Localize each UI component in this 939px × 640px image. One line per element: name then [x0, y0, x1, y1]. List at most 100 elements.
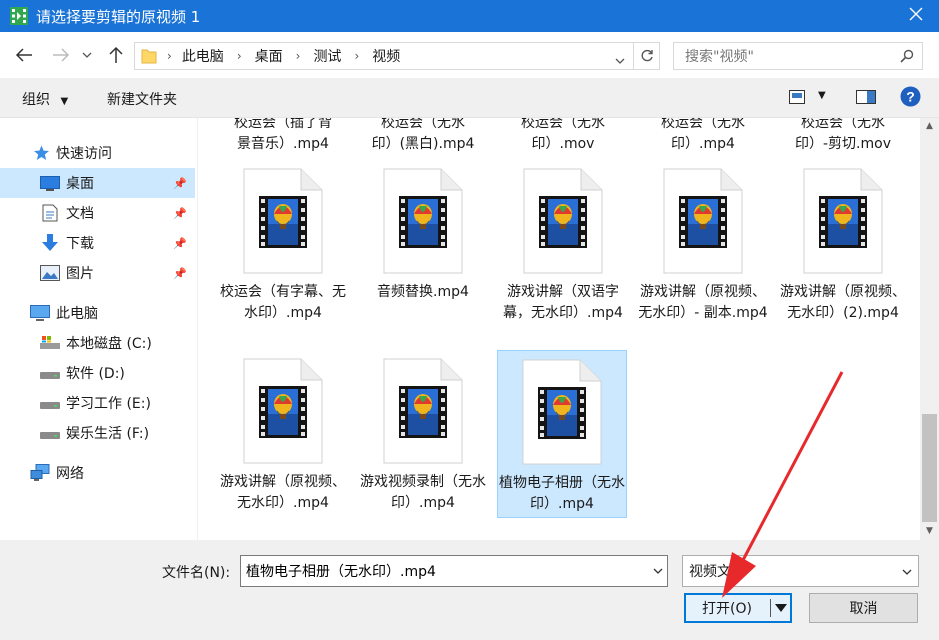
cancel-label: 取消: [849, 601, 878, 617]
back-button[interactable]: [13, 44, 35, 66]
recent-locations-button[interactable]: [80, 44, 94, 66]
video-file-icon: [243, 358, 323, 464]
forward-button[interactable]: [50, 44, 72, 66]
nav-quick-access[interactable]: 快速访问: [0, 138, 195, 168]
nav-downloads[interactable]: 下载 📌: [0, 228, 195, 258]
scrollbar-thumb[interactable]: [922, 414, 937, 522]
file-item[interactable]: 游戏讲解（原视频、无水印）- 副本.mp4: [638, 168, 768, 324]
video-file-icon: [803, 168, 883, 274]
back-arrow-icon: [15, 48, 32, 62]
close-button[interactable]: [893, 0, 939, 32]
film-app-icon: [10, 7, 28, 25]
caret-down-icon: ▼: [60, 96, 69, 107]
file-item[interactable]: 校运会（有字幕、无水印）.mp4: [218, 168, 348, 324]
close-icon: [909, 7, 923, 25]
nav-drive-c[interactable]: 本地磁盘 (C:): [0, 328, 195, 358]
nav-label: 图片: [66, 266, 94, 282]
new-folder-button[interactable]: 新建文件夹: [107, 89, 177, 109]
file-name-line: 校运会（无水: [661, 118, 745, 131]
nav-label: 文档: [66, 206, 94, 222]
file-name: 游戏讲解（原视频、无水印）- 副本.mp4: [638, 284, 768, 321]
cancel-button[interactable]: 取消: [809, 593, 918, 623]
search-input[interactable]: 搜索"视频": [673, 42, 923, 70]
nav-drive-f[interactable]: 娱乐生活 (F:): [0, 418, 195, 448]
breadcrumb-desktop[interactable]: 桌面: [255, 46, 283, 66]
refresh-button[interactable]: [633, 43, 659, 69]
change-view-button[interactable]: [789, 90, 805, 108]
pin-icon: 📌: [173, 236, 187, 250]
open-button[interactable]: 打开(O): [684, 593, 792, 623]
system-drive-icon: [40, 336, 60, 352]
file-item-selected[interactable]: 植物电子相册（无水印）.mp4: [497, 350, 627, 518]
network-icon: [30, 464, 50, 481]
nav-network[interactable]: 网络: [0, 458, 195, 488]
file-item[interactable]: 游戏视频录制（无水印）.mp4: [358, 358, 488, 514]
chevron-down-icon: [902, 564, 912, 578]
chevron-down-icon: [82, 52, 92, 58]
refresh-icon: [641, 49, 653, 62]
scroll-up-arrow-icon[interactable]: ▲: [920, 118, 939, 135]
address-dropdown-button[interactable]: [615, 52, 625, 68]
breadcrumb-this-pc[interactable]: 此电脑: [182, 46, 224, 66]
nav-desktop[interactable]: 桌面 📌: [0, 168, 195, 198]
nav-documents[interactable]: 文档 📌: [0, 198, 195, 228]
file-name-line: 校运会（无水: [381, 118, 465, 131]
file-name-line: 印）-剪切.mov: [795, 136, 891, 152]
filename-input[interactable]: [246, 563, 641, 579]
chevron-down-icon: [615, 58, 625, 64]
file-name-line: 印）.mov: [531, 136, 595, 152]
file-item[interactable]: 游戏讲解（双语字幕，无水印）.mp4: [498, 168, 628, 324]
file-name-line: 印）(黑白).mp4: [371, 136, 475, 152]
desktop-icon: [40, 176, 60, 192]
forward-arrow-icon: [53, 48, 70, 62]
command-bar: 组织 ▼ 新建文件夹 ▼ ?: [0, 78, 939, 118]
file-item-partial[interactable]: 校运会（无水 印）.mp4: [638, 118, 768, 155]
filename-field[interactable]: [240, 555, 668, 587]
nav-label: 此电脑: [56, 306, 98, 322]
file-item-partial[interactable]: 校运会（无水 印）(黑白).mp4: [358, 118, 488, 155]
help-button[interactable]: ?: [900, 86, 921, 111]
filetype-select[interactable]: 视频文件: [682, 555, 919, 587]
open-options-button[interactable]: [774, 599, 788, 619]
navigation-pane: 快速访问 桌面 📌 文档 📌 下载 📌 图片 📌 此电脑 本地磁盘 (C:) 软…: [0, 118, 197, 540]
file-item[interactable]: 音频替换.mp4: [358, 168, 488, 303]
video-file-icon: [522, 359, 602, 465]
search-placeholder: 搜索"视频": [685, 49, 754, 65]
drive-icon: [40, 368, 60, 384]
pictures-icon: [40, 265, 60, 281]
drive-icon: [40, 428, 60, 444]
breadcrumb-test[interactable]: 测试: [313, 46, 341, 66]
vertical-scrollbar[interactable]: ▲ ▼: [920, 118, 939, 540]
file-item-partial[interactable]: 校运会（插了背 景音乐）.mp4: [218, 118, 348, 155]
svg-text:?: ?: [906, 89, 915, 105]
nav-drive-d[interactable]: 软件 (D:): [0, 358, 195, 388]
breadcrumb-videos[interactable]: 视频: [372, 46, 400, 66]
preview-pane-button[interactable]: [856, 90, 876, 108]
chevron-down-icon[interactable]: [653, 563, 663, 577]
organize-button[interactable]: 组织 ▼: [22, 89, 68, 109]
scroll-down-arrow-icon[interactable]: ▼: [920, 523, 939, 540]
caret-down-icon: [775, 604, 787, 612]
view-options-button[interactable]: ▼: [818, 90, 826, 101]
nav-drive-e[interactable]: 学习工作 (E:): [0, 388, 195, 418]
file-item-partial[interactable]: 校运会（无水 印）.mov: [498, 118, 628, 155]
filetype-value: 视频文件: [689, 564, 745, 580]
title-bar: 请选择要剪辑的原视频 1: [0, 0, 939, 32]
file-name-line: 校运会（无水: [521, 118, 605, 131]
file-name: 植物电子相册（无水印）.mp4: [499, 475, 625, 512]
up-button[interactable]: [105, 44, 127, 66]
nav-this-pc[interactable]: 此电脑: [0, 298, 195, 328]
organize-label: 组织: [22, 92, 50, 108]
file-item-partial[interactable]: 校运会（无水 印）-剪切.mov: [778, 118, 908, 155]
file-item[interactable]: 游戏讲解（原视频、无水印）(2).mp4: [778, 168, 908, 324]
breadcrumb-separator: ›: [167, 49, 172, 63]
address-bar[interactable]: › 此电脑 › 桌面 › 测试 › 视频: [134, 42, 660, 70]
preview-pane-icon: [856, 90, 876, 104]
nav-pictures[interactable]: 图片 📌: [0, 258, 195, 288]
nav-label: 快速访问: [56, 146, 112, 162]
file-name: 游戏讲解（原视频、无水印）.mp4: [220, 474, 346, 511]
caret-down-icon: ▼: [818, 90, 826, 101]
file-name-line: 印）.mp4: [671, 136, 735, 152]
file-name: 校运会（有字幕、无水印）.mp4: [220, 284, 346, 321]
file-item[interactable]: 游戏讲解（原视频、无水印）.mp4: [218, 358, 348, 514]
